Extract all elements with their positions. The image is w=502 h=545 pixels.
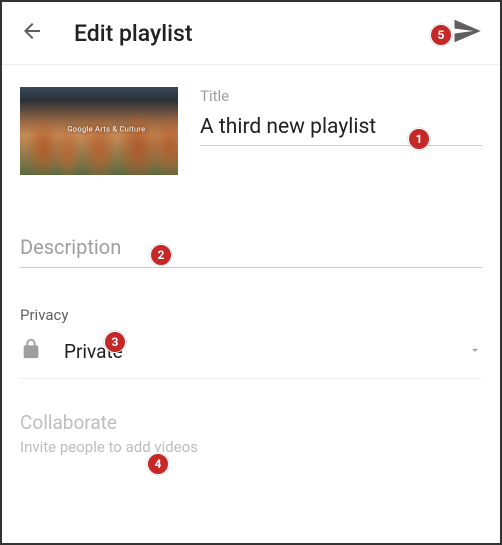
collaborate-title: Collaborate — [20, 411, 482, 434]
title-input[interactable] — [200, 113, 482, 146]
collaborate-section[interactable]: Collaborate Invite people to add videos — [20, 411, 482, 456]
collaborate-subtitle: Invite people to add videos — [20, 438, 482, 456]
back-arrow-icon[interactable] — [20, 19, 44, 47]
content: Google Arts & Culture Title Privacy Priv… — [2, 65, 500, 456]
header: Edit playlist — [2, 2, 500, 65]
privacy-value: Private — [64, 340, 468, 363]
chevron-down-icon — [468, 342, 482, 361]
title-row: Google Arts & Culture Title — [20, 65, 482, 205]
playlist-thumbnail: Google Arts & Culture — [20, 87, 178, 175]
privacy-dropdown[interactable]: Private — [20, 324, 482, 379]
annotation-4: 4 — [147, 453, 169, 475]
privacy-section: Privacy Private — [20, 306, 482, 379]
title-label: Title — [200, 87, 482, 105]
page-title: Edit playlist — [74, 20, 452, 47]
thumbnail-caption: Google Arts & Culture — [67, 125, 145, 134]
privacy-label: Privacy — [20, 306, 482, 324]
lock-icon — [20, 338, 42, 364]
description-input[interactable] — [20, 233, 482, 268]
description-section — [20, 233, 482, 268]
send-icon[interactable] — [452, 16, 482, 50]
